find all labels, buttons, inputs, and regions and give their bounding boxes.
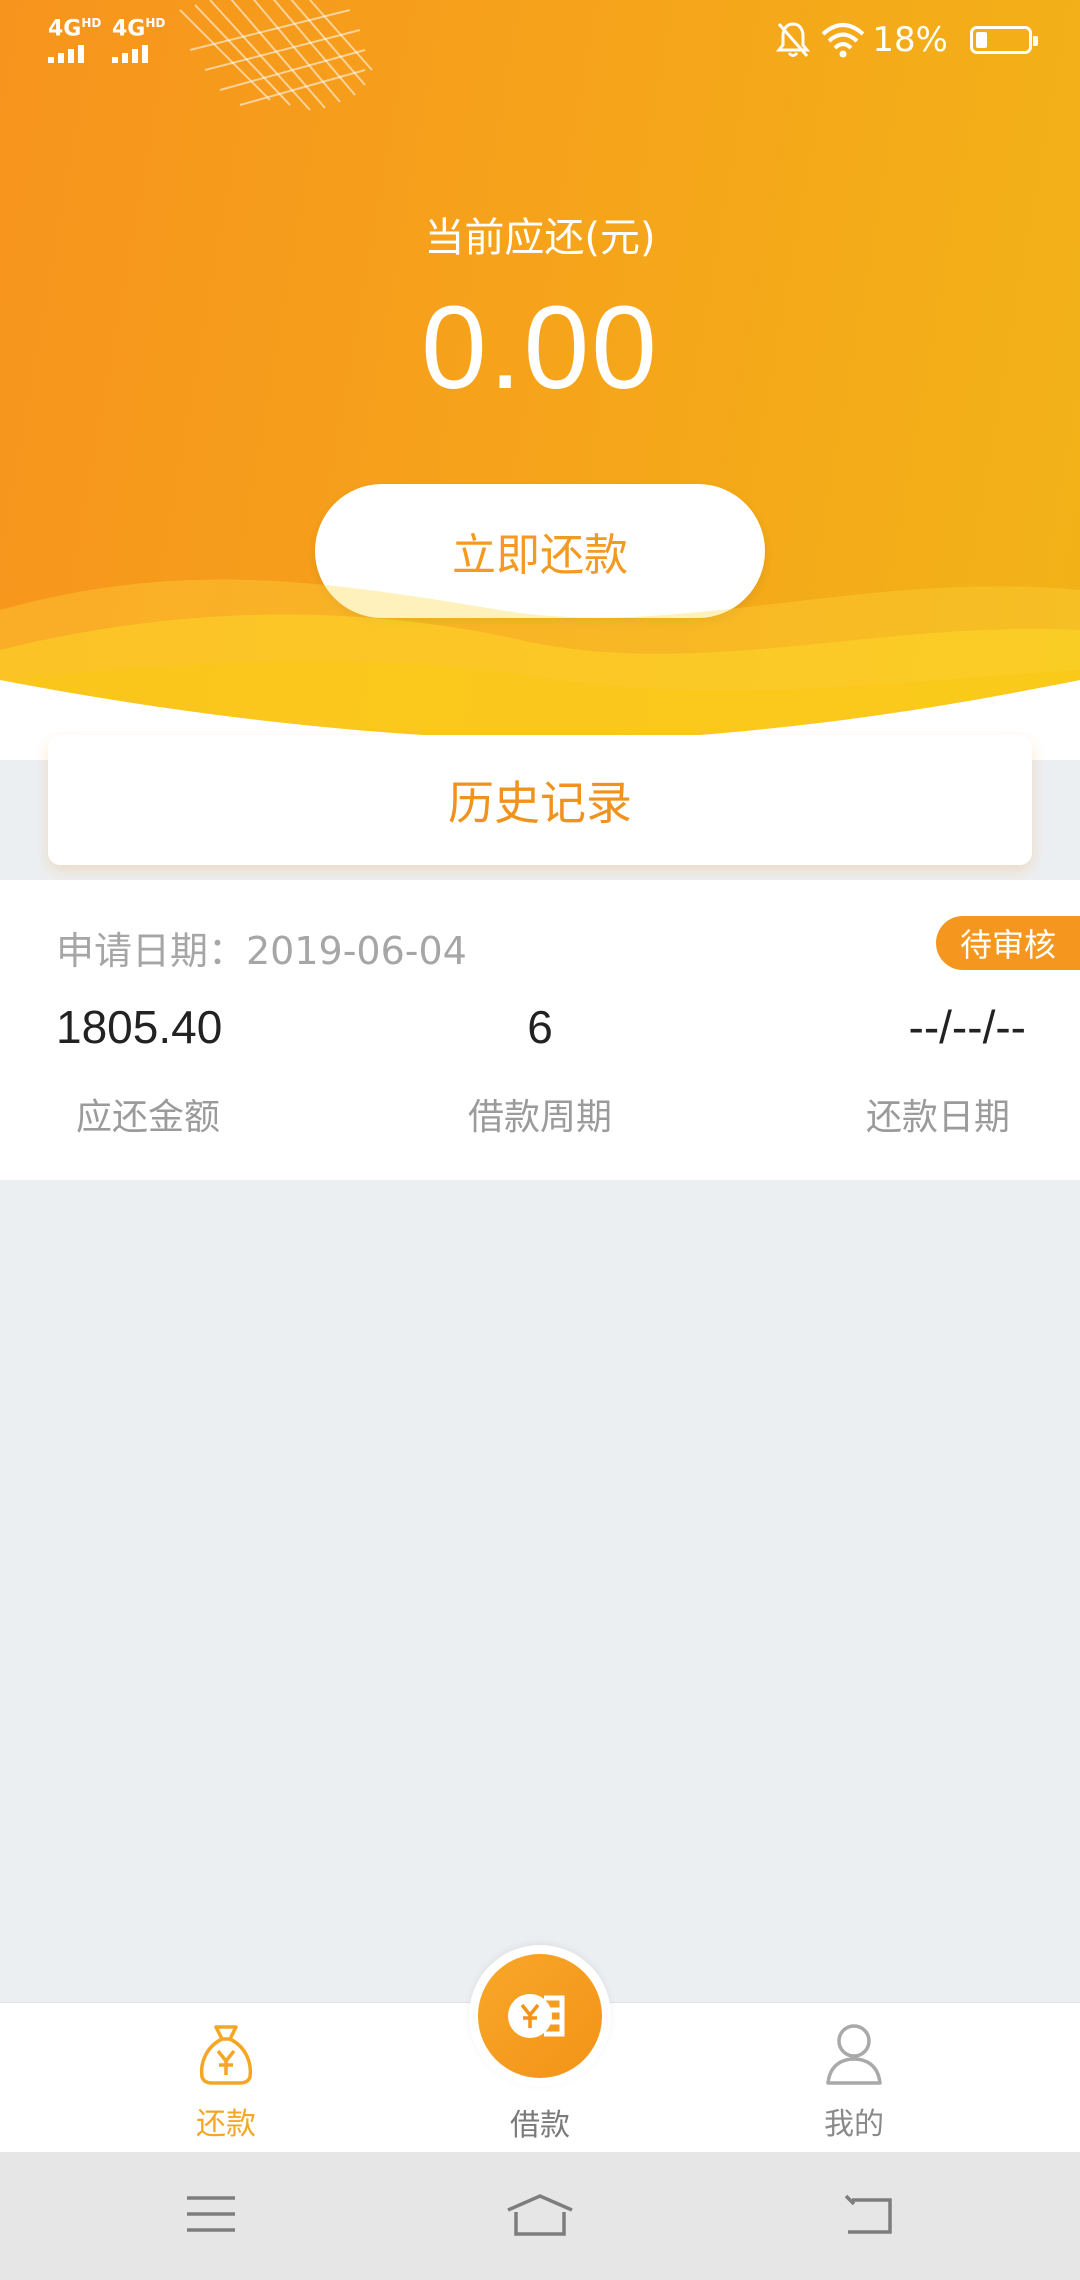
battery-icon: [970, 26, 1038, 54]
wifi-icon: [821, 23, 865, 58]
apply-date: 申请日期：2019-06-04: [56, 929, 467, 973]
tab-mine[interactable]: 我的: [754, 2003, 954, 2153]
history-button[interactable]: 历史记录: [48, 735, 1032, 865]
tab-repay[interactable]: 还款: [126, 2003, 326, 2153]
status-bar: 4GHD 4GHD 18%: [0, 0, 1080, 80]
signal-1: 4GHD: [48, 16, 101, 64]
tab-label: 还款: [196, 2107, 256, 2142]
system-nav-bar: [0, 2152, 1080, 2280]
money-bag-icon: [199, 2025, 253, 2085]
battery-percent: 18%: [872, 20, 948, 60]
due-amount: 0.00: [421, 282, 659, 414]
user-icon: [826, 2024, 882, 2085]
repay-date-label: 还款日期: [865, 1097, 1010, 1138]
loan-record-card[interactable]: 申请日期：2019-06-04 待审核 1805.40 6 --/--/-- 应…: [0, 880, 1080, 1180]
due-label: 当前应还(元): [424, 215, 656, 261]
back-icon[interactable]: [842, 2192, 896, 2236]
status-badge: 待审核: [936, 916, 1080, 970]
decorative-waves: [0, 579, 1080, 760]
tab-borrow-label: 借款: [510, 2108, 570, 2143]
bell-off-icon: [775, 22, 811, 57]
repay-date-value: --/--/--: [908, 1001, 1026, 1053]
header-banner: 4GHD 4GHD 18% 当前应还(元) 0.00 立即还款: [0, 0, 1080, 760]
home-icon[interactable]: [504, 2192, 576, 2238]
signal-2: 4GHD: [112, 16, 165, 64]
menu-icon[interactable]: [185, 2192, 237, 2236]
tab-label: 我的: [824, 2107, 884, 2142]
tab-borrow[interactable]: [469, 1945, 611, 2087]
coin-icon: [508, 1994, 565, 2038]
